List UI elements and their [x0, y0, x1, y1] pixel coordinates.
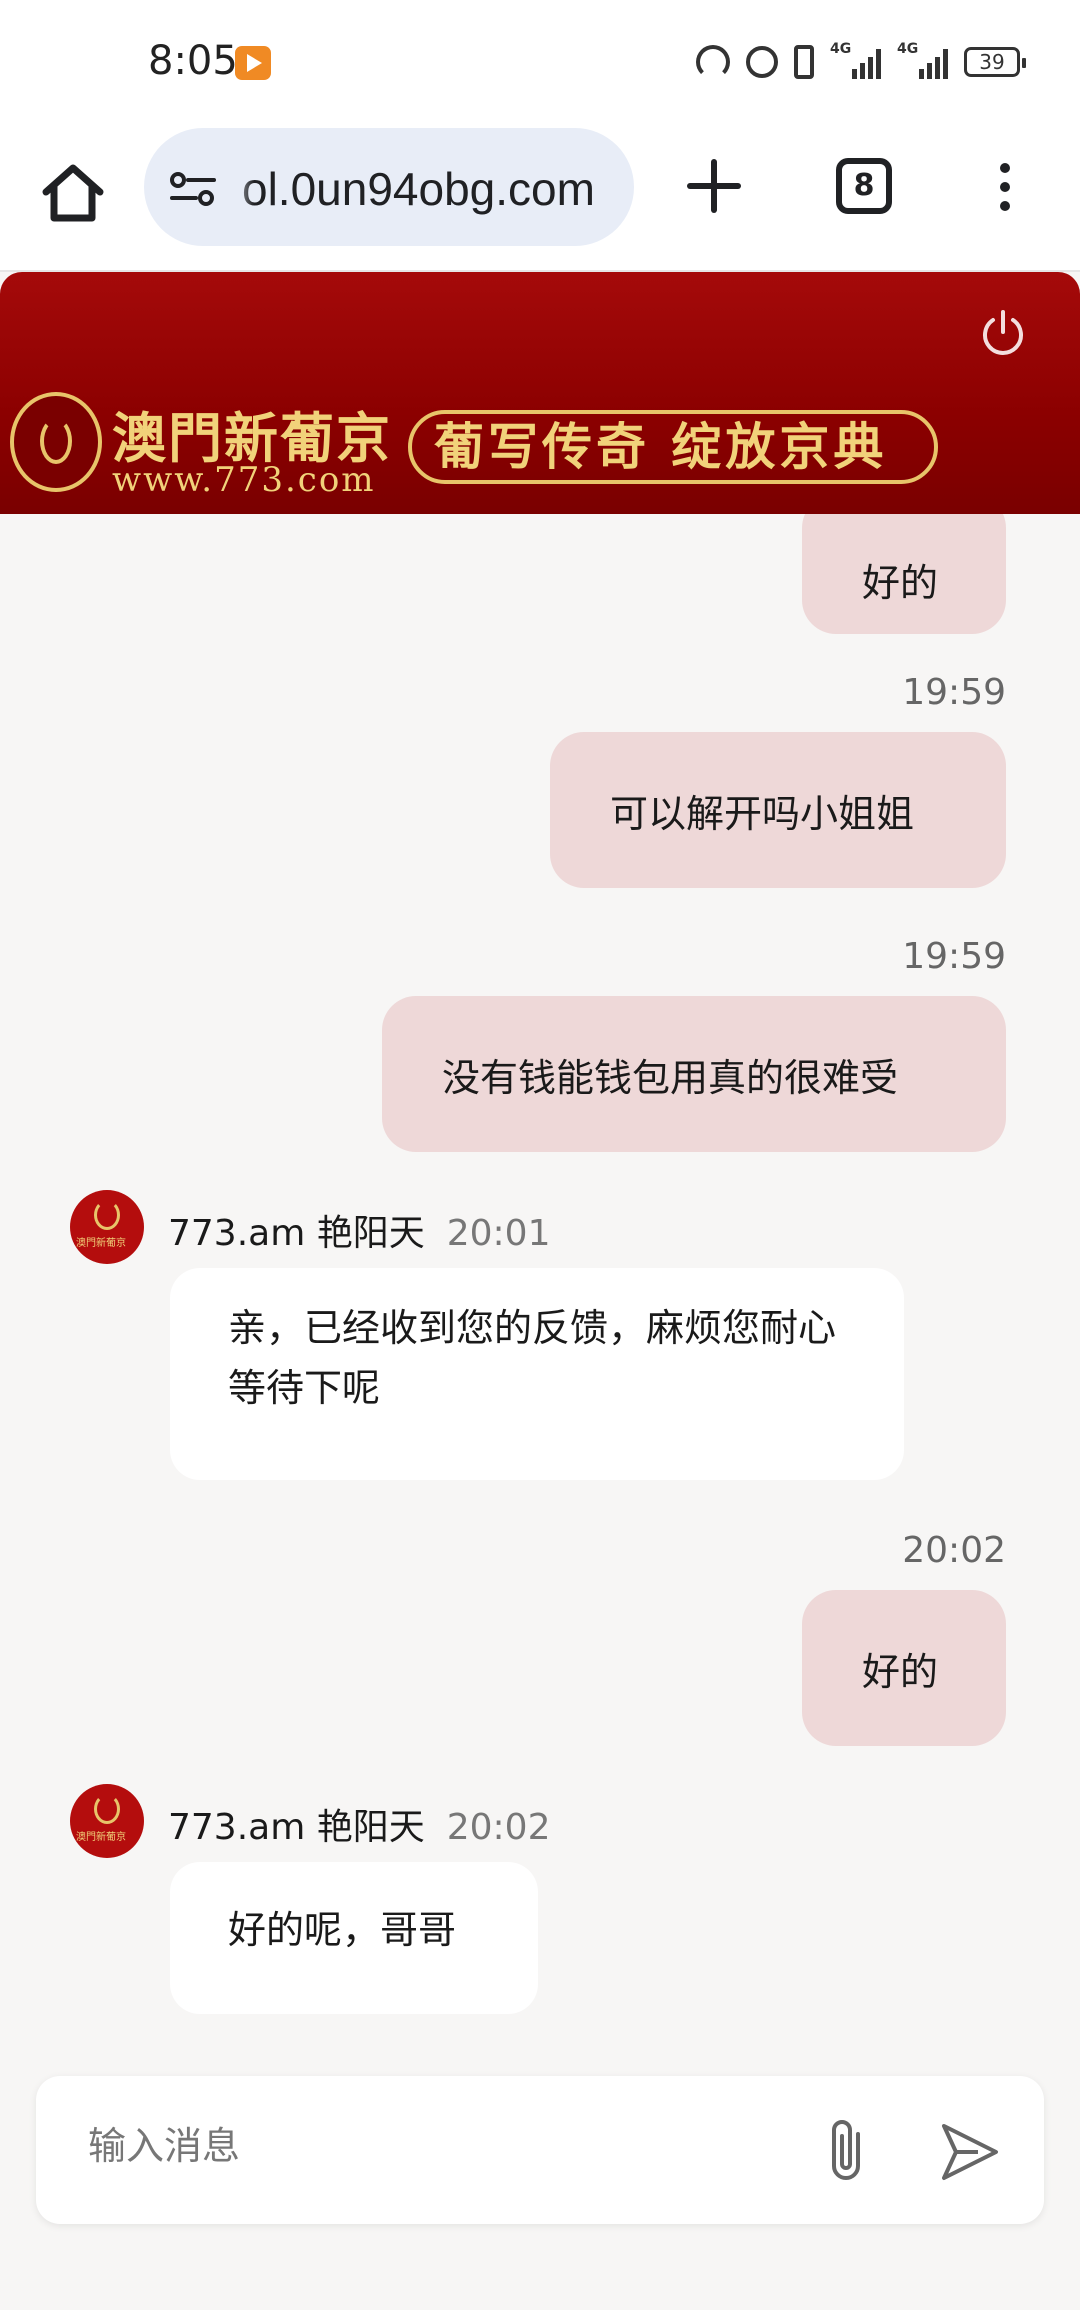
message-text: 好的呢，哥哥 — [228, 1908, 457, 1952]
signal-label: 4G — [830, 41, 852, 57]
browser-toolbar: ol.0un94obg.com 8 — [0, 120, 1080, 272]
message-time: 19:59 — [902, 672, 1006, 713]
chat-thread[interactable]: 好的 19:59 可以解开吗小姐姐 19:59 没有钱能钱包用真的很难受 773… — [0, 514, 1080, 2070]
paperclip-icon[interactable] — [820, 2116, 876, 2186]
vibrate-icon — [794, 45, 814, 79]
site-banner: 澳門新葡京 www.773.com 葡写传奇 绽放京典 — [0, 272, 1080, 514]
message-bubble-outgoing: 好的 — [802, 1590, 1006, 1746]
sender-name: 773.am 艳阳天 — [168, 1807, 425, 1848]
power-icon[interactable] — [978, 308, 1028, 358]
alarm-icon — [746, 46, 778, 78]
brand-logo-icon — [10, 392, 102, 492]
brand-slogan: 葡写传奇 绽放京典 — [408, 410, 938, 484]
tune-icon[interactable] — [168, 172, 218, 206]
message-sender-line: 773.am 艳阳天 20:02 — [168, 1798, 550, 1850]
message-text: 可以解开吗小姐姐 — [610, 791, 915, 836]
signal-label: 4G — [897, 41, 919, 57]
home-icon[interactable] — [38, 158, 108, 228]
message-bubble-incoming: 好的呢，哥哥 — [170, 1862, 538, 2014]
network-speed-icon — [696, 45, 730, 79]
new-tab-button[interactable] — [686, 158, 742, 214]
message-text: 亲，已经收到您的反馈，麻烦您耐心等待下呢 — [228, 1306, 837, 1410]
url-text[interactable]: ol.0un94obg.com — [242, 162, 595, 216]
message-text: 好的 — [862, 1649, 939, 1694]
message-input[interactable] — [88, 2124, 788, 2168]
more-vert-icon[interactable] — [990, 156, 1020, 220]
avatar[interactable] — [70, 1784, 144, 1858]
message-bubble-incoming: 亲，已经收到您的反馈，麻烦您耐心等待下呢 — [170, 1268, 904, 1480]
avatar[interactable] — [70, 1190, 144, 1264]
message-time: 20:01 — [446, 1213, 551, 1254]
plus-icon — [687, 159, 741, 213]
message-composer — [36, 2076, 1044, 2224]
tab-switcher-button[interactable]: 8 — [836, 158, 892, 214]
message-bubble-outgoing: 没有钱能钱包用真的很难受 — [382, 996, 1006, 1152]
address-bar[interactable]: ol.0un94obg.com — [144, 128, 634, 246]
status-bar: 8:05 4G 4G 39 — [0, 0, 1080, 120]
brand-url: www.773.com — [112, 460, 376, 500]
sender-name: 773.am 艳阳天 — [168, 1213, 425, 1254]
media-notification-icon — [235, 46, 271, 80]
message-bubble-outgoing: 可以解开吗小姐姐 — [550, 732, 1006, 888]
message-sender-line: 773.am 艳阳天 20:01 — [168, 1204, 550, 1256]
message-time: 20:02 — [446, 1807, 551, 1848]
status-time: 8:05 — [148, 38, 238, 84]
message-time: 20:02 — [902, 1530, 1006, 1571]
send-icon[interactable] — [938, 2120, 1002, 2184]
message-bubble-outgoing: 好的 — [802, 514, 1006, 634]
battery-icon: 39 — [964, 47, 1026, 77]
signal-icon-sim2: 4G — [897, 41, 948, 79]
message-text: 没有钱能钱包用真的很难受 — [442, 1055, 899, 1100]
message-time: 19:59 — [902, 936, 1006, 977]
signal-icon-sim1: 4G — [830, 41, 881, 79]
message-text: 好的 — [862, 560, 939, 605]
status-icons: 4G 4G 39 — [696, 40, 1026, 84]
